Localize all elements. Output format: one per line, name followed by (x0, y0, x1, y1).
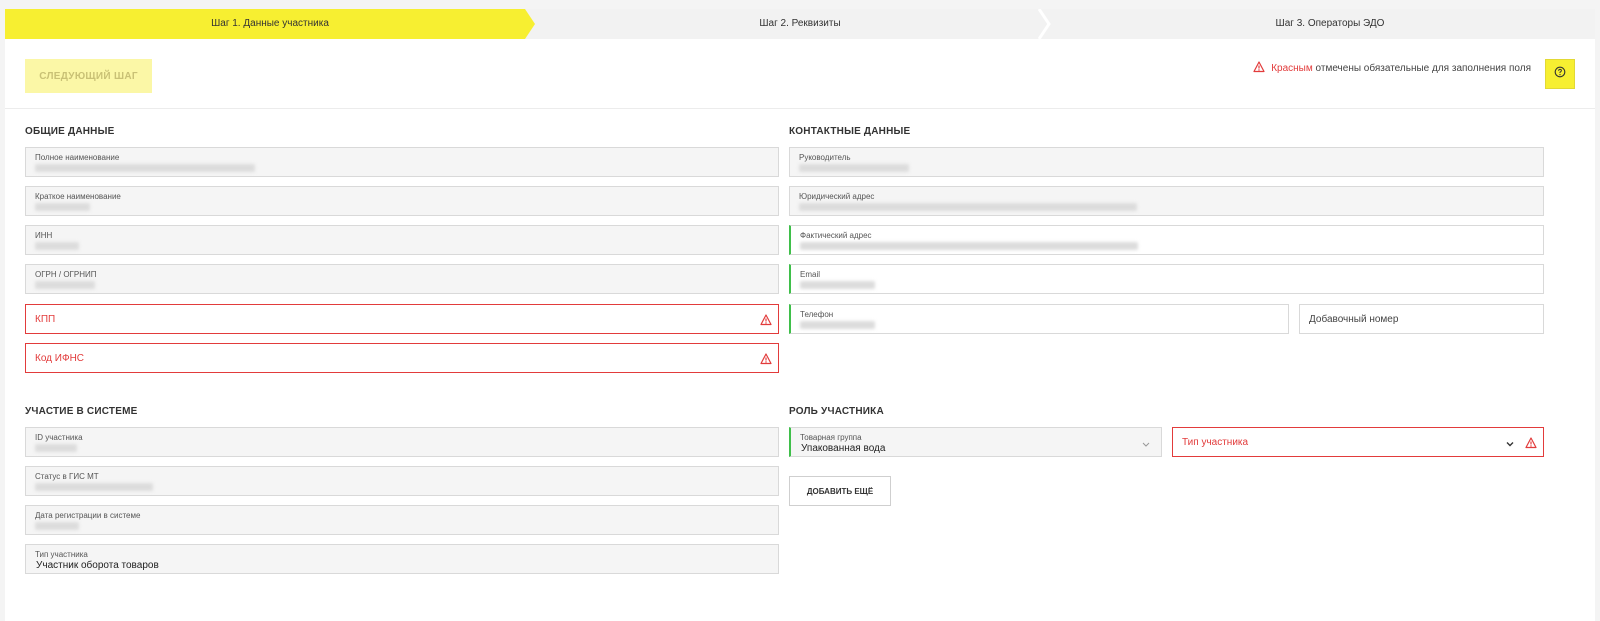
general-section-title: Общие данные (25, 126, 115, 137)
required-hint: Красным отмечены обязательные для заполн… (1253, 61, 1531, 76)
ogrn-label: ОГРН / ОГРНИП (35, 270, 97, 279)
hint-text: отмечены обязательные для заполнения пол… (1315, 63, 1531, 74)
email-label: Email (800, 270, 821, 279)
short-name-label: Краткое наименование (35, 192, 121, 201)
redacted-value (799, 164, 909, 172)
extension-placeholder: Добавочный номер (1309, 314, 1399, 325)
product-group-select[interactable]: Товарная группа Упакованная вода (789, 427, 1162, 457)
role-section-title: Роль участника (789, 406, 884, 417)
participant-type-value: Участник оборота товаров (36, 560, 159, 571)
ifns-placeholder: Код ИФНС (35, 353, 85, 364)
inn-field[interactable]: ИНН (25, 225, 779, 255)
redacted-value (35, 281, 95, 289)
warning-icon (1253, 61, 1265, 76)
step-separator-icon (1037, 9, 1051, 39)
warning-icon (760, 313, 772, 326)
participation-section-title: Участие в системе (25, 406, 138, 417)
redacted-value (35, 203, 90, 211)
ogrn-field[interactable]: ОГРН / ОГРНИП (25, 264, 779, 294)
director-label: Руководитель (799, 153, 851, 162)
redacted-value (35, 483, 153, 491)
redacted-value (800, 321, 875, 329)
step-3-label: Шаг 3. Операторы ЭДО (1275, 18, 1385, 29)
redacted-value (35, 522, 79, 530)
participant-type-field[interactable]: Тип участника Участник оборота товаров (25, 544, 779, 574)
redacted-value (35, 164, 255, 172)
kpp-placeholder: КПП (35, 314, 56, 325)
redacted-value (35, 444, 77, 452)
participant-role-type-select[interactable]: Тип участника (1172, 427, 1544, 457)
email-input[interactable]: Email (789, 264, 1544, 294)
inn-label: ИНН (35, 231, 53, 240)
full-name-field[interactable]: Полное наименование (25, 147, 779, 177)
step-1[interactable]: Шаг 1. Данные участника (5, 9, 535, 39)
participant-id-field[interactable]: ID участника (25, 427, 779, 457)
step-1-label: Шаг 1. Данные участника (211, 18, 329, 29)
registration-date-label: Дата регистрации в системе (35, 511, 141, 520)
director-field[interactable]: Руководитель (789, 147, 1544, 177)
product-group-label: Товарная группа (800, 433, 862, 442)
participant-role-type-placeholder: Тип участника (1182, 437, 1249, 448)
chevron-down-icon (1505, 436, 1515, 447)
redacted-value (799, 203, 1137, 211)
phone-label: Телефон (800, 310, 834, 319)
ifns-code-input[interactable]: Код ИФНС (25, 343, 779, 373)
redacted-value (800, 242, 1138, 250)
short-name-field[interactable]: Краткое наименование (25, 186, 779, 216)
question-circle-icon (1554, 65, 1566, 83)
help-button[interactable] (1545, 59, 1575, 89)
toolbar: Следующий шаг Красным отмечены обязатель… (5, 39, 1595, 109)
gis-status-label: Статус в ГИС МТ (35, 472, 99, 481)
warning-icon (1525, 436, 1537, 449)
next-step-button[interactable]: Следующий шаг (25, 59, 152, 93)
kpp-input[interactable]: КПП (25, 304, 779, 334)
redacted-value (35, 242, 79, 250)
gis-status-field[interactable]: Статус в ГИС МТ (25, 466, 779, 496)
step-2[interactable]: Шаг 2. Реквизиты (535, 9, 1065, 39)
participant-type-label: Тип участника (35, 550, 88, 559)
stepper: Шаг 1. Данные участника Шаг 2. Реквизиты… (5, 9, 1595, 39)
contacts-section-title: Контактные данные (789, 126, 911, 137)
redacted-value (800, 281, 875, 289)
participant-id-label: ID участника (35, 433, 83, 442)
step-2-label: Шаг 2. Реквизиты (759, 18, 841, 29)
warning-icon (760, 352, 772, 365)
registration-form: Шаг 1. Данные участника Шаг 2. Реквизиты… (5, 9, 1595, 621)
registration-date-field[interactable]: Дата регистрации в системе (25, 505, 779, 535)
full-name-label: Полное наименование (35, 153, 120, 162)
extension-input[interactable]: Добавочный номер (1299, 304, 1544, 334)
add-more-button[interactable]: Добавить ещё (789, 476, 891, 506)
phone-input[interactable]: Телефон (789, 304, 1289, 334)
legal-address-field[interactable]: Юридический адрес (789, 186, 1544, 216)
product-group-value: Упакованная вода (801, 443, 886, 454)
hint-red-word: Красным (1271, 63, 1313, 74)
actual-address-label: Фактический адрес (800, 231, 872, 240)
legal-address-label: Юридический адрес (799, 192, 875, 201)
actual-address-input[interactable]: Фактический адрес (789, 225, 1544, 255)
step-3[interactable]: Шаг 3. Операторы ЭДО (1065, 9, 1595, 39)
chevron-down-icon (1141, 436, 1151, 447)
